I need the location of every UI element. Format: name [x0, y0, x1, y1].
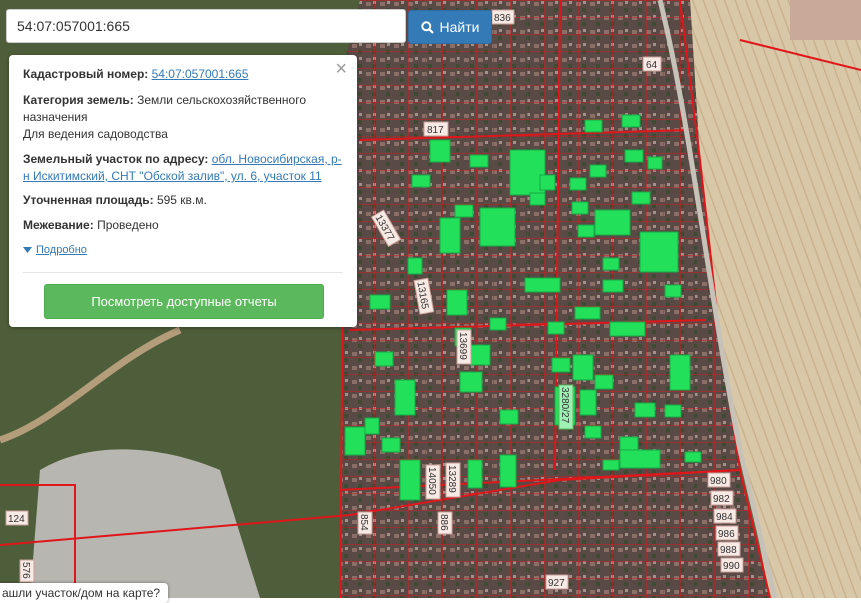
field-strip: [790, 0, 861, 40]
details-toggle[interactable]: Подробно: [23, 244, 87, 256]
svg-text:124: 124: [8, 514, 25, 525]
caret-down-icon: [23, 247, 32, 253]
survey-label: Межевание:: [23, 218, 94, 232]
svg-text:886: 886: [438, 514, 449, 531]
panel-divider: [23, 272, 343, 273]
category-label: Категория земель:: [23, 93, 134, 107]
cadastral-row: Кадастровый номер: 54:07:057001:665: [23, 66, 343, 83]
area-label: Уточненная площадь:: [23, 193, 154, 207]
search-icon: [420, 20, 434, 34]
parcel-info-panel: × Кадастровый номер: 54:07:057001:665 Ка…: [9, 55, 357, 327]
svg-text:988: 988: [720, 545, 737, 556]
area-row: Уточненная площадь: 595 кв.м.: [23, 192, 343, 209]
svg-text:3280/27: 3280/27: [559, 387, 570, 424]
survey-value: Проведено: [97, 218, 159, 232]
map-label-988: 988: [717, 541, 741, 557]
svg-text:14050: 14050: [426, 467, 437, 495]
survey-row: Межевание: Проведено: [23, 217, 343, 234]
details-label: Подробно: [36, 244, 87, 256]
svg-text:984: 984: [716, 512, 733, 523]
area-value: 595 кв.м.: [156, 193, 207, 207]
address-label: Земельный участок по адресу:: [23, 152, 209, 166]
map-label-927: 927: [545, 574, 569, 590]
map-label-124: 124: [5, 510, 29, 526]
map-label-13699: 13699: [456, 329, 472, 365]
svg-text:990: 990: [723, 561, 740, 572]
svg-text:13289: 13289: [446, 465, 457, 493]
help-tip[interactable]: ашли участок/дом на карте?: [0, 583, 169, 603]
map-label-886: 886: [437, 511, 453, 535]
category-row: Категория земель: Земли сельскохозяйстве…: [23, 92, 343, 143]
map-label-982: 982: [710, 490, 734, 506]
svg-text:982: 982: [713, 494, 730, 505]
svg-text:854: 854: [358, 514, 369, 531]
map-label-980: 980: [707, 472, 731, 488]
map-label-64: 64: [642, 56, 662, 72]
map-label-817: 817: [423, 121, 449, 137]
map-label-990: 990: [720, 557, 744, 573]
svg-text:927: 927: [548, 578, 565, 589]
map-label-836: 836: [491, 9, 515, 25]
search-button-label: Найти: [439, 19, 480, 35]
address-row: Земельный участок по адресу: обл. Новоси…: [23, 151, 343, 185]
map-label-13289: 13289: [445, 462, 461, 498]
view-reports-button[interactable]: Посмотреть доступные отчеты: [44, 284, 324, 319]
map-label-984: 984: [713, 508, 737, 524]
svg-text:986: 986: [718, 529, 735, 540]
search-button[interactable]: Найти: [408, 10, 492, 44]
map-label-14050: 14050: [425, 464, 441, 500]
svg-text:836: 836: [494, 13, 511, 24]
map-label-576: 576: [19, 559, 35, 583]
cadastral-number-link[interactable]: 54:07:057001:665: [152, 67, 249, 81]
svg-text:980: 980: [710, 476, 727, 487]
map-label-854: 854: [357, 511, 373, 535]
svg-text:576: 576: [20, 562, 31, 579]
search-bar: [6, 9, 406, 43]
svg-text:817: 817: [427, 125, 444, 136]
map-label-3280-27: 3280/27: [558, 384, 574, 430]
cadastral-label: Кадастровый номер:: [23, 67, 149, 81]
svg-text:64: 64: [646, 60, 658, 71]
category-use: Для ведения садоводства: [23, 127, 168, 141]
search-input[interactable]: [6, 9, 406, 43]
svg-text:13699: 13699: [457, 332, 468, 360]
map-label-986: 986: [715, 525, 739, 541]
